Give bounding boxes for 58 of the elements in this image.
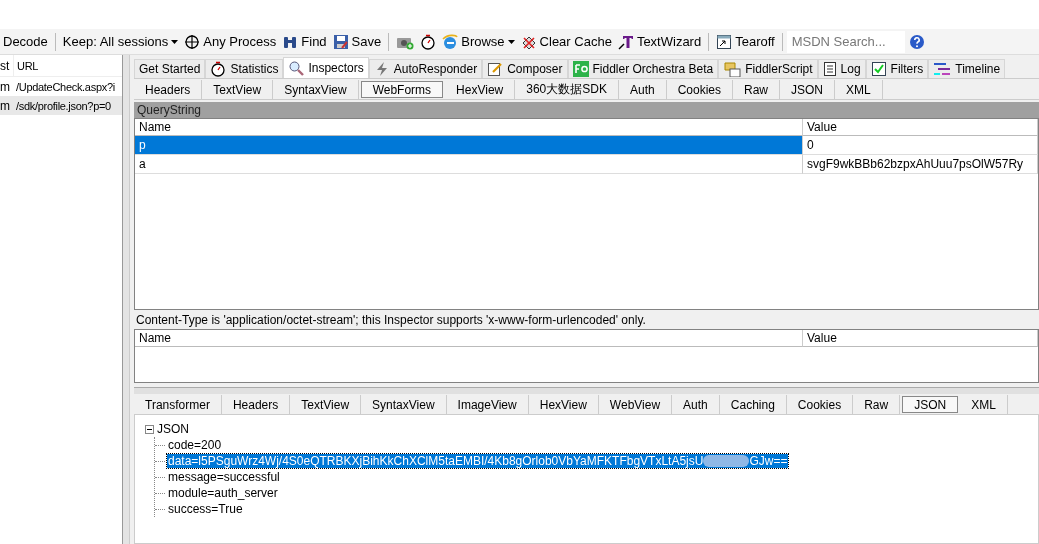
crosshair-icon <box>184 33 201 50</box>
tearoff-window-icon <box>716 33 733 50</box>
name-cell[interactable]: p <box>135 136 803 155</box>
tab[interactable]: Composer <box>482 59 568 78</box>
toolbar-button[interactable]: Clear Cache <box>517 30 615 53</box>
notepad-pencil-icon <box>487 61 504 77</box>
section-title: QueryString <box>137 103 202 117</box>
stopwatch-icon <box>210 61 227 77</box>
collapse-icon[interactable] <box>145 424 154 434</box>
session-row[interactable]: m /sdk/profile.json?p=0 <box>0 96 122 115</box>
session-row[interactable]: m /UpdateCheck.aspx?i <box>0 77 122 96</box>
toolbar-button[interactable]: Browse <box>439 30 518 53</box>
tab[interactable]: Fiddler Orchestra Beta <box>567 59 719 78</box>
column-header[interactable]: URL <box>14 59 39 72</box>
content-type-note: Content-Type is 'application/octet-stream'; this Inspector supports 'x-www-form-urlencoded' only. <box>136 312 646 327</box>
dropdown-caret-icon <box>171 39 179 44</box>
timeline-icon <box>933 61 952 77</box>
fo-badge-icon <box>572 61 589 77</box>
tree-node[interactable]: code=200 <box>167 438 223 452</box>
tab[interactable]: JSON <box>902 396 959 413</box>
dropdown-caret-icon <box>507 39 515 44</box>
tab[interactable]: Get Started <box>134 59 206 78</box>
tree-node[interactable]: success=True <box>167 502 244 516</box>
column-header[interactable]: st <box>0 55 14 76</box>
tree-node[interactable]: JSON <box>157 422 189 436</box>
value-cell[interactable]: svgF9wkBBb62bzpxAhUuu7psOlW57Ry <box>803 155 1038 174</box>
tab[interactable]: AutoResponder <box>368 59 483 78</box>
toolbar-button[interactable]: Save <box>329 30 385 53</box>
tab[interactable]: FiddlerScript <box>718 59 818 78</box>
tree-node[interactable]: module=auth_server <box>167 486 279 500</box>
tree-node[interactable]: message=successful <box>167 470 281 484</box>
tab[interactable]: Timeline <box>928 59 1006 78</box>
toolbar-button[interactable]: TextWizard <box>614 30 705 53</box>
tree-node[interactable]: data=l5PSguWrz4Wj/4S0eQTRBKXjBihKkChXClM5taEMBI/4Kb8gOrlob0VbYaMFKTFbgVTxLtA5jsU GJw== <box>167 454 789 468</box>
tab[interactable]: Inspectors <box>283 57 369 78</box>
checkbox-icon <box>870 61 887 77</box>
blur-mark <box>703 455 750 467</box>
toolbar-button[interactable]: Decode <box>0 30 51 53</box>
name-cell[interactable]: a <box>135 155 803 174</box>
document-icon <box>822 61 837 77</box>
column-header[interactable]: Name <box>135 119 803 136</box>
magnifier-icon <box>288 60 305 76</box>
wand-letter-icon <box>617 33 634 50</box>
stopwatch-icon <box>420 33 437 50</box>
tab[interactable]: WebForms <box>360 81 444 98</box>
tab[interactable]: Statistics <box>205 59 284 78</box>
column-header[interactable]: Name <box>135 330 803 347</box>
help-icon[interactable] <box>908 33 925 50</box>
toolbar-button[interactable]: Keep: All sessions <box>59 30 182 53</box>
toolbar-button[interactable]: Find <box>279 30 330 53</box>
toolbar-button[interactable]: Any Process <box>181 30 280 53</box>
tab[interactable]: Log <box>817 59 866 78</box>
value-cell[interactable]: 0 <box>803 136 1038 155</box>
column-header[interactable]: Value <box>803 330 1038 347</box>
tab[interactable]: Filters <box>865 59 929 78</box>
column-header[interactable]: Value <box>803 119 1038 136</box>
toolbar-button[interactable]: Tearoff <box>713 30 778 53</box>
search-field[interactable]: MSDN Search... <box>786 30 905 53</box>
